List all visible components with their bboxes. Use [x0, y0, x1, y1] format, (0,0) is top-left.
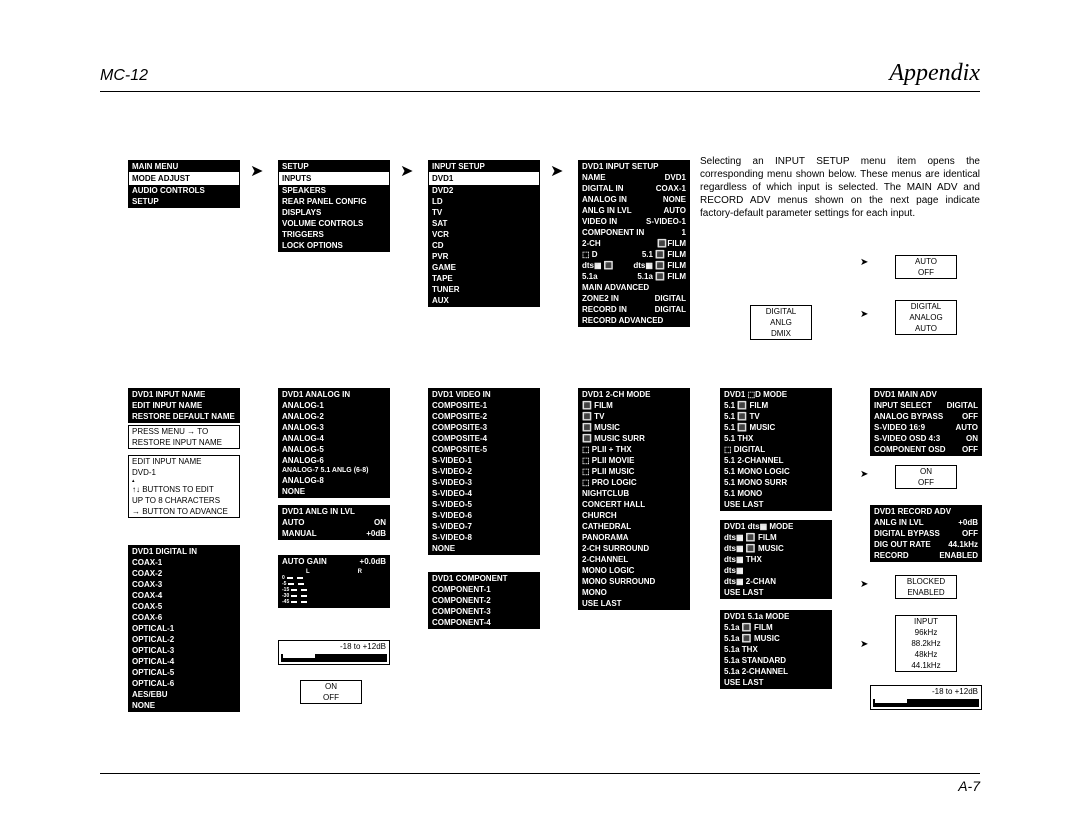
restore-note: PRESS MENU → TO RESTORE INPUT NAME [128, 425, 240, 449]
description-text: Selecting an INPUT SETUP menu item opens… [700, 155, 980, 220]
anlg-lvl-menu: DVD1 ANLG IN LVL AUTOON MANUAL+0dB [278, 505, 390, 540]
on-off-note: ON OFF [300, 680, 362, 704]
dts-mode-menu: DVD1 dts▦ MODE dts▦ 🔳 FILM dts▦ 🔳 MUSIC … [720, 520, 832, 599]
arrow-icon: ➤ [400, 164, 413, 180]
range-note: -18 to +12dB [278, 640, 390, 665]
arrow-icon: ➤ [860, 640, 868, 650]
2ch-mode-menu: DVD1 2-CH MODE 🔳 FILM 🔳 TV 🔳 MUSIC 🔳 MUS… [578, 388, 690, 610]
arrow-icon: ➤ [860, 470, 868, 480]
edit-note: EDIT INPUT NAME DVD-1 ▴ ↑↓ BUTTONS TO ED… [128, 455, 240, 518]
arrow-icon: ➤ [860, 580, 868, 590]
main-menu: MAIN MENU MODE ADJUST AUDIO CONTROLS SET… [128, 160, 240, 208]
section-title: Appendix [889, 60, 980, 87]
analog-in-menu: DVD1 ANALOG IN ANALOG-1 ANALOG-2 ANALOG-… [278, 388, 390, 498]
component-menu: DVD1 COMPONENT COMPONENT-1 COMPONENT-2 C… [428, 572, 540, 629]
rates-note: INPUT 96kHz 88.2kHz 48kHz 44.1kHz [895, 615, 957, 672]
arrow-icon: ➤ [860, 258, 868, 268]
arrow-icon: ➤ [860, 310, 868, 320]
zone-opts: DIGITAL ANLG DMIX [750, 305, 812, 340]
auto-off-note: AUTO OFF [895, 255, 957, 279]
model-label: MC-12 [100, 67, 148, 85]
auto-gain-menu: AUTO GAIN+0.0dB LR 0 -5 -15 -30 -45 [278, 555, 390, 608]
main-adv-menu: DVD1 MAIN ADV INPUT SELECTDIGITAL ANALOG… [870, 388, 982, 456]
block-enable-note: BLOCKED ENABLED [895, 575, 957, 599]
page-number: A-7 [958, 778, 980, 794]
dvd1-input-setup: DVD1 INPUT SETUP NAMEDVD1 DIGITAL INCOAX… [578, 160, 690, 327]
range-note-2: -18 to +12dB [870, 685, 982, 710]
on-off-note-2: ON OFF [895, 465, 957, 489]
dig-ana-auto-note: DIGITAL ANALOG AUTO [895, 300, 957, 335]
input-name-menu: DVD1 INPUT NAME EDIT INPUT NAME RESTORE … [128, 388, 240, 423]
setup-menu: SETUP INPUTS SPEAKERS REAR PANEL CONFIG … [278, 160, 390, 252]
input-setup-menu: INPUT SETUP DVD1 DVD2 LD TV SAT VCR CD P… [428, 160, 540, 307]
digital-in-menu: DVD1 DIGITAL IN COAX-1 COAX-2 COAX-3 COA… [128, 545, 240, 712]
video-in-menu: DVD1 VIDEO IN COMPOSITE-1 COMPOSITE-2 CO… [428, 388, 540, 555]
arrow-icon: ➤ [550, 164, 563, 180]
dd-mode-menu: DVD1 ⬚D MODE 5.1 🔳 FILM 5.1 🔳 TV 5.1 🔳 M… [720, 388, 832, 511]
record-adv-menu: DVD1 RECORD ADV ANLG IN LVL+0dB DIGITAL … [870, 505, 982, 562]
51a-mode-menu: DVD1 5.1a MODE 5.1a 🔳 FILM 5.1a 🔳 MUSIC … [720, 610, 832, 689]
arrow-icon: ➤ [250, 164, 263, 180]
